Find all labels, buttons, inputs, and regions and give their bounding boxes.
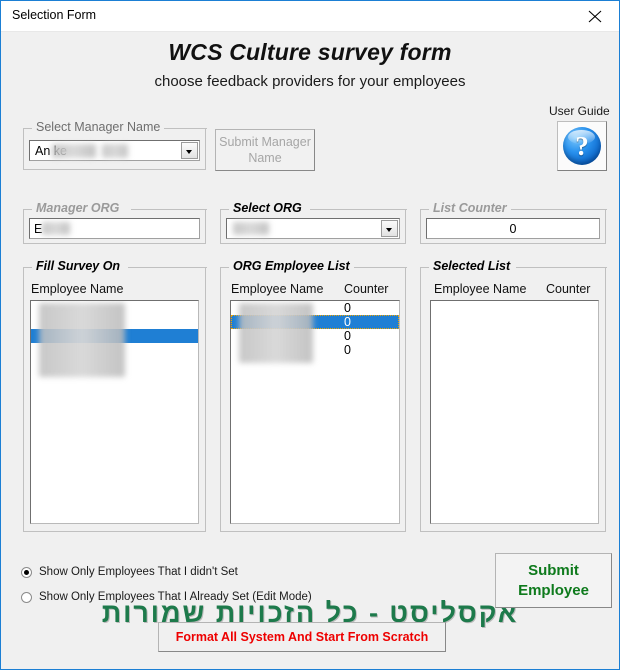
- fill-survey-legend: Fill Survey On: [32, 259, 125, 273]
- group-border-right: [164, 128, 207, 129]
- group-border-right: [310, 209, 407, 210]
- radio-dot-not-set[interactable]: [21, 567, 32, 578]
- manager-org-legend: Manager ORG: [32, 201, 124, 215]
- selected-list-legend: Selected List: [429, 259, 515, 273]
- org-list-col-employee-name: Employee Name: [231, 282, 324, 296]
- close-icon: [588, 10, 602, 23]
- submit-employee-button[interactable]: Submit Employee: [495, 553, 612, 608]
- user-guide-label: User Guide: [549, 104, 610, 118]
- selected-listbox[interactable]: [430, 300, 599, 524]
- submit-employee-label-line2: Employee: [518, 581, 589, 599]
- radio-label-already-set: Show Only Employees That I Already Set (…: [39, 591, 312, 603]
- group-border-left: [421, 267, 429, 268]
- list-counter-value: 0: [509, 222, 517, 236]
- list-item-counter: 0: [344, 315, 351, 329]
- list-counter-legend: List Counter: [429, 201, 511, 215]
- selection-form-window: Selection Form WCS Culture survey form c…: [0, 0, 620, 670]
- title-bar: Selection Form: [1, 1, 619, 32]
- page-title: WCS Culture survey form: [168, 39, 452, 65]
- page-subtitle: choose feedback providers for your emplo…: [154, 73, 466, 90]
- chevron-down-icon[interactable]: [381, 220, 398, 237]
- list-counter-field: 0: [426, 218, 600, 239]
- manager-org-redaction: [42, 222, 70, 235]
- submit-manager-name-label: Submit Manager Name: [219, 135, 311, 165]
- format-system-button[interactable]: Format All System And Start From Scratch: [158, 622, 446, 652]
- radio-label-not-set: Show Only Employees That I didn't Set: [39, 566, 238, 578]
- group-border-left: [24, 128, 32, 129]
- submit-manager-name-button[interactable]: Submit Manager Name: [215, 129, 315, 171]
- employee-names-redaction: [39, 303, 125, 377]
- group-border-right: [516, 267, 607, 268]
- org-list-col-counter: Counter: [344, 282, 389, 296]
- org-employee-list-legend: ORG Employee List: [229, 259, 354, 273]
- list-item-counter: 0: [344, 301, 351, 315]
- group-border-right: [350, 267, 407, 268]
- window-title: Selection Form: [12, 8, 97, 22]
- manager-name-redaction: [52, 144, 96, 158]
- list-item-counter: 0: [344, 329, 351, 343]
- group-border-right: [131, 209, 207, 210]
- format-system-label: Format All System And Start From Scratch: [175, 630, 429, 644]
- group-border-right: [128, 267, 207, 268]
- fill-survey-col-employee-name: Employee Name: [31, 282, 124, 296]
- group-border-left: [24, 267, 32, 268]
- select-org-redaction: [233, 222, 269, 235]
- group-border-left: [221, 267, 229, 268]
- list-item-counter: 0: [344, 343, 351, 357]
- manager-org-field[interactable]: E: [29, 218, 200, 239]
- close-button[interactable]: [573, 1, 619, 30]
- select-manager-legend: Select Manager Name: [32, 120, 165, 134]
- employee-names-redaction: [239, 303, 313, 363]
- select-org-combobox[interactable]: [226, 218, 400, 239]
- user-guide-button[interactable]: ?: [557, 121, 607, 171]
- group-border-left: [421, 209, 429, 210]
- group-border-left: [221, 209, 229, 210]
- fill-survey-listbox[interactable]: [30, 300, 199, 524]
- question-mark-glyph: ?: [575, 130, 589, 161]
- group-border-right: [509, 209, 607, 210]
- group-border-left: [24, 209, 32, 210]
- chevron-down-icon[interactable]: [181, 142, 198, 159]
- selected-list-col-counter: Counter: [546, 282, 591, 296]
- question-mark-icon: ?: [563, 127, 601, 165]
- submit-employee-label-line1: Submit: [528, 561, 579, 579]
- select-org-legend: Select ORG: [229, 201, 306, 215]
- selected-list-col-employee-name: Employee Name: [434, 282, 527, 296]
- manager-name-combobox[interactable]: An ke: [29, 140, 200, 161]
- manager-name-redaction-2: [102, 144, 128, 158]
- org-employee-listbox[interactable]: 0000: [230, 300, 400, 524]
- radio-dot-already-set[interactable]: [21, 592, 32, 603]
